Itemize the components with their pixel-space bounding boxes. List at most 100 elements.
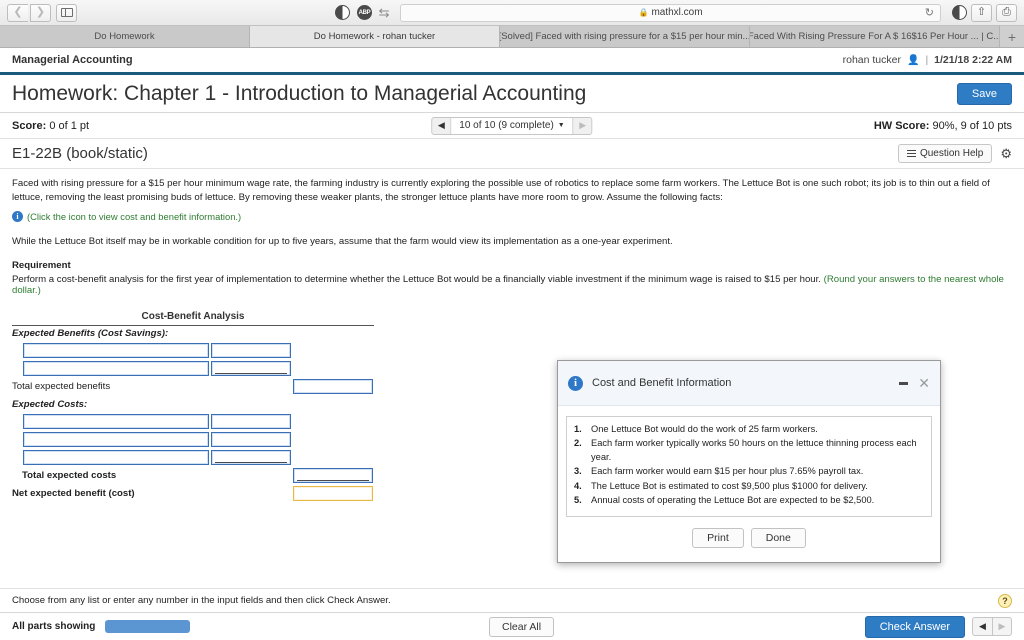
url-text: mathxl.com	[651, 7, 703, 18]
course-title: Managerial Accounting	[12, 54, 133, 66]
address-bar[interactable]: 🔒 mathxl.com ↻	[400, 3, 941, 22]
forward-arrow-icon[interactable]: ❯	[30, 3, 51, 22]
cost-benefit-hint-line: i (Click the icon to view cost and benef…	[12, 210, 1012, 222]
next-part-icon[interactable]: ▶	[992, 617, 1012, 636]
question-navigator[interactable]: ◀ 10 of 10 (9 complete) ▼ ▶	[431, 116, 593, 135]
swap-arrows-icon[interactable]: ⇆	[378, 6, 389, 20]
question-mark-icon[interactable]: ?	[998, 593, 1012, 608]
cost-row-3	[12, 449, 384, 468]
cost-benefit-hint-text[interactable]: (Click the icon to view cost and benefit…	[27, 211, 241, 222]
list-icon	[906, 149, 916, 158]
footer-hint-bar: Choose from any list or enter any number…	[0, 588, 1024, 612]
total-costs-row: Total expected costs	[12, 467, 384, 486]
footer-hint-text: Choose from any list or enter any number…	[12, 595, 391, 606]
net-benefit-input[interactable]	[293, 485, 373, 501]
minimize-icon[interactable]	[899, 381, 909, 385]
dialog-body: One Lettuce Bot would do the work of 25 …	[558, 406, 940, 548]
done-button[interactable]: Done	[750, 527, 806, 548]
sidebar-glyph	[60, 8, 73, 17]
net-benefit-row: Net expected benefit (cost)	[12, 485, 384, 504]
costs-heading: Expected Costs:	[12, 398, 88, 410]
clear-all-button[interactable]: Clear All	[489, 616, 555, 637]
cost-2-description-input[interactable]	[23, 431, 209, 447]
info-icon: i	[568, 375, 583, 391]
adblock-extension-icon[interactable]: ABP	[357, 5, 372, 20]
hw-score-label: HW Score:	[873, 119, 930, 132]
question-help-button[interactable]: Question Help	[897, 144, 993, 163]
dialog-controls: ✕	[899, 376, 930, 390]
reload-icon[interactable]: ↻	[925, 6, 934, 19]
list-item: One Lettuce Bot would do the work of 25 …	[574, 423, 818, 437]
header-separator: |	[925, 54, 929, 66]
save-button[interactable]: Save	[956, 82, 1012, 105]
new-tab-button[interactable]: +	[1000, 26, 1024, 47]
browser-tab-1[interactable]: Do Homework	[0, 26, 250, 47]
gear-icon[interactable]: ⚙	[1000, 146, 1012, 162]
prev-question-icon[interactable]: ◀	[432, 117, 452, 134]
total-benefits-row: Total expected benefits	[12, 378, 384, 397]
question-selector[interactable]: 10 of 10 (9 complete) ▼	[451, 117, 573, 134]
total-costs-label: Total expected costs	[22, 469, 117, 481]
print-button[interactable]: Print	[692, 527, 744, 548]
dialog-facts-box: One Lettuce Bot would do the work of 25 …	[566, 416, 932, 517]
total-benefits-input[interactable]	[293, 378, 373, 394]
footer-right-controls: Check Answer ◀ ▶	[864, 615, 1012, 638]
browser-tab-3[interactable]: [Solved] Faced with rising pressure for …	[500, 26, 750, 47]
cost-1-description-input[interactable]	[23, 413, 209, 429]
cost-3-description-input[interactable]	[23, 449, 209, 465]
benefit-2-amount-input[interactable]	[211, 360, 291, 376]
prev-part-icon[interactable]: ◀	[972, 617, 992, 636]
info-icon[interactable]: i	[12, 210, 23, 222]
tabs-overview-icon[interactable]: ⎙	[996, 3, 1017, 22]
score-row: Score: 0 of 1 pt ◀ 10 of 10 (9 complete)…	[0, 113, 1024, 139]
user-icon[interactable]: 👤	[907, 55, 919, 66]
benefit-1-description-input[interactable]	[23, 342, 209, 358]
problem-paragraph-1: Faced with rising pressure for a $15 per…	[12, 178, 990, 203]
question-score: Score: 0 of 1 pt	[12, 120, 89, 132]
page-title: Homework: Chapter 1 - Introduction to Ma…	[12, 81, 587, 105]
close-icon[interactable]: ✕	[918, 376, 930, 390]
benefit-row-2	[12, 360, 384, 379]
app-header: Managerial Accounting rohan tucker 👤 | 1…	[0, 48, 1024, 75]
total-rule	[297, 479, 369, 481]
exercise-row: E1-22B (book/static) Question Help ⚙	[0, 139, 1024, 169]
requirement-text: Perform a cost-benefit analysis for the …	[12, 274, 1012, 296]
part-pager: ◀ ▶	[972, 617, 1012, 636]
benefit-1-amount-input[interactable]	[211, 342, 291, 358]
subtotal-rule	[215, 461, 287, 463]
question-selector-label: 10 of 10 (9 complete)	[459, 120, 554, 131]
subtotal-rule	[215, 372, 287, 374]
toolbar-right-icons: ⇧ ⎙	[952, 3, 1017, 22]
homework-title-row: Homework: Chapter 1 - Introduction to Ma…	[0, 75, 1024, 113]
sidebar-toggle-icon[interactable]	[56, 3, 77, 22]
cost-1-amount-input[interactable]	[211, 413, 291, 429]
next-question-icon[interactable]: ▶	[572, 117, 592, 134]
browser-tab-2[interactable]: Do Homework - rohan tucker	[250, 26, 500, 47]
cost-2-amount-input[interactable]	[211, 431, 291, 447]
cba-title: Cost-Benefit Analysis	[12, 311, 374, 326]
list-item: Each farm worker typically works 50 hour…	[574, 437, 917, 462]
score-value: 0 of 1 pt	[49, 119, 90, 132]
exercise-id: E1-22B (book/static)	[12, 145, 148, 162]
requirement-heading: Requirement	[12, 259, 71, 271]
total-costs-input[interactable]	[293, 467, 373, 483]
cost-benefit-dialog: i Cost and Benefit Information ✕ One Let…	[557, 360, 941, 563]
check-answer-button[interactable]: Check Answer	[864, 615, 965, 638]
benefit-2-description-input[interactable]	[23, 360, 209, 376]
hw-score-value: 90%, 9 of 10 pts	[932, 119, 1013, 132]
footer-action-bar: All parts showing Clear All Check Answer…	[0, 612, 1024, 640]
browser-toolbar: ❮ ❯ ABP ⇆ 🔒 mathxl.com ↻ ⇧ ⎙	[0, 0, 1024, 26]
back-arrow-icon[interactable]: ❮	[7, 3, 28, 22]
lock-icon: 🔒	[638, 8, 649, 17]
list-item: Annual costs of operating the Lettuce Bo…	[574, 494, 875, 508]
tab-bar: Do Homework Do Homework - rohan tucker […	[0, 26, 1024, 48]
net-benefit-label: Net expected benefit (cost)	[12, 487, 135, 499]
benefit-row-1	[12, 342, 384, 361]
dialog-title: Cost and Benefit Information	[592, 377, 732, 389]
reader-mode-icon[interactable]	[952, 5, 967, 20]
list-item: The Lettuce Bot is estimated to cost $9,…	[574, 480, 868, 494]
share-icon[interactable]: ⇧	[971, 3, 992, 22]
cost-3-amount-input[interactable]	[211, 449, 291, 465]
reader-extension-icon[interactable]	[335, 5, 350, 20]
browser-tab-4[interactable]: Faced With Rising Pressure For A $ 16$16…	[750, 26, 1000, 47]
